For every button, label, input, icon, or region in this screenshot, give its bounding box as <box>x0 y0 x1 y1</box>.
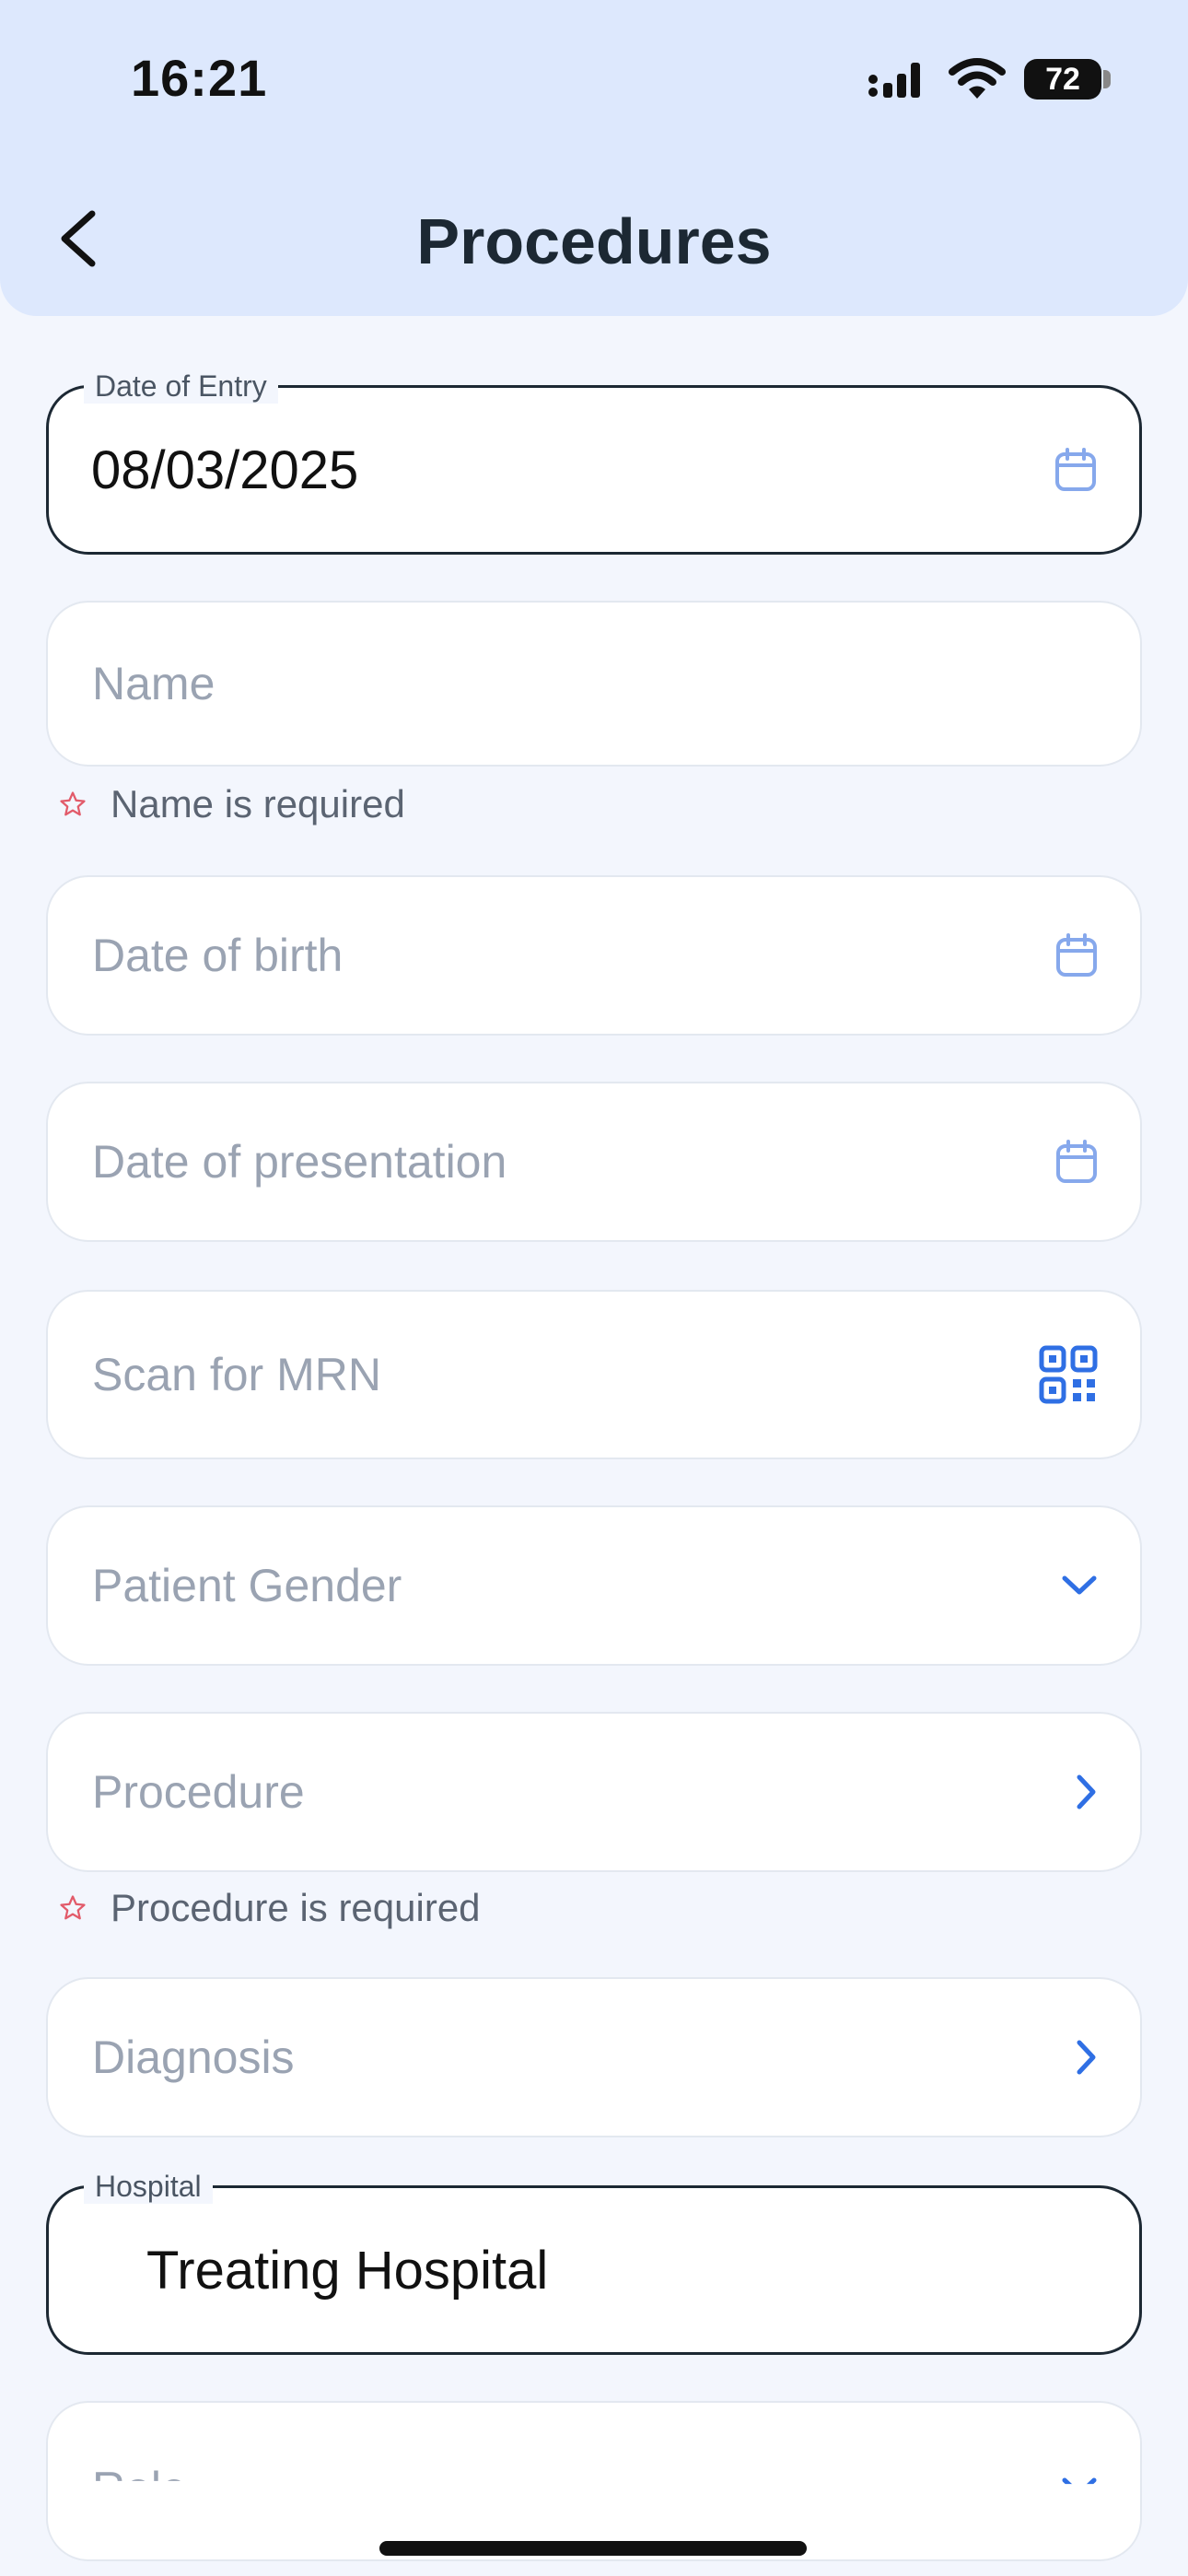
date-of-birth-field[interactable]: Date of birth <box>46 875 1142 1036</box>
chevron-right-icon <box>1077 1774 1096 1809</box>
patient-gender-placeholder: Patient Gender <box>92 1560 402 1611</box>
chevron-right-icon <box>1077 2040 1096 2075</box>
calendar-icon[interactable] <box>1054 448 1097 492</box>
cellular-signal-icon <box>868 63 920 98</box>
date-of-entry-field[interactable]: Date of Entry 08/03/2025 <box>46 369 1142 555</box>
qr-code-icon[interactable] <box>1039 1345 1098 1404</box>
diagnosis-field[interactable]: Diagnosis <box>46 1977 1142 2137</box>
chevron-down-icon <box>1061 2476 1098 2499</box>
procedure-placeholder: Procedure <box>92 1766 305 1818</box>
role-select[interactable]: Role <box>46 2401 1142 2561</box>
page-title: Procedures <box>416 205 772 277</box>
diagnosis-placeholder: Diagnosis <box>92 2032 295 2083</box>
procedure-field[interactable]: Procedure <box>46 1712 1142 1872</box>
name-error: Name is required <box>59 781 405 827</box>
patient-gender-select[interactable]: Patient Gender <box>46 1505 1142 1666</box>
name-placeholder: Name <box>92 658 215 709</box>
home-indicator[interactable] <box>379 2541 807 2556</box>
hospital-field[interactable]: Hospital Treating Hospital <box>46 2170 1142 2355</box>
date-of-presentation-field[interactable]: Date of presentation <box>46 1082 1142 1242</box>
app-header: 16:21 72 Procedures <box>0 0 1188 316</box>
mrn-placeholder: Scan for MRN <box>92 1349 381 1400</box>
procedure-error-text: Procedure is required <box>111 1886 481 1929</box>
name-error-text: Name is required <box>111 782 405 825</box>
role-placeholder: Role <box>92 2463 187 2514</box>
chevron-down-icon <box>1062 1575 1097 1595</box>
date-of-presentation-placeholder: Date of presentation <box>92 1136 507 1188</box>
battery-indicator: 72 <box>1024 59 1101 100</box>
wifi-icon <box>949 58 1006 99</box>
hospital-value: Treating Hospital <box>146 2240 549 2301</box>
date-of-birth-placeholder: Date of birth <box>92 930 344 981</box>
required-star-icon <box>60 1895 86 1920</box>
battery-tip <box>1103 70 1111 88</box>
required-star-icon <box>60 791 86 816</box>
date-of-entry-value: 08/03/2025 <box>91 439 359 500</box>
calendar-icon[interactable] <box>1055 1140 1098 1184</box>
name-field[interactable]: Name <box>46 601 1142 767</box>
status-time: 16:21 <box>131 49 268 107</box>
procedure-error: Procedure is required <box>59 1885 481 1931</box>
mrn-scan-field[interactable]: Scan for MRN <box>46 1290 1142 1459</box>
calendar-icon[interactable] <box>1055 933 1098 978</box>
